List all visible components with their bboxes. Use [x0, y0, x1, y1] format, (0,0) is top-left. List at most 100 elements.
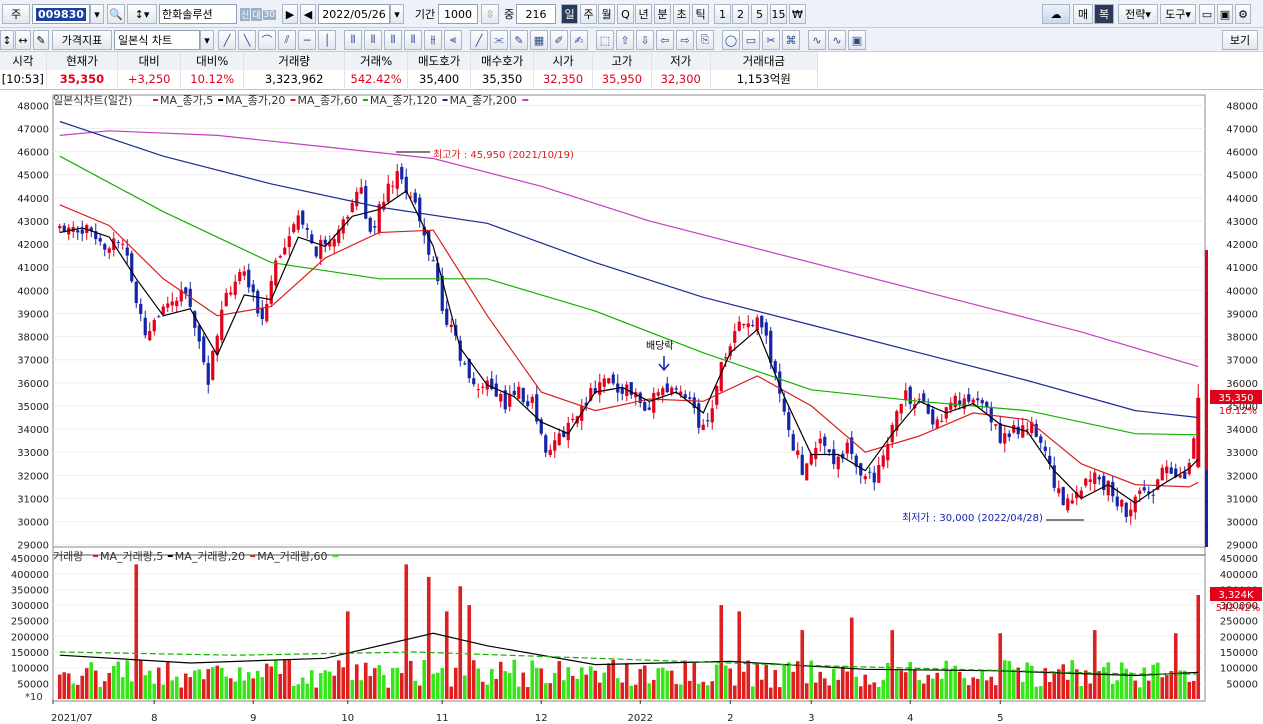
volume-bar — [1133, 680, 1138, 699]
period-tab-4[interactable]: 년 — [635, 4, 652, 24]
folder-icon[interactable]: ▭ — [1199, 4, 1215, 24]
period-field[interactable]: 1000 — [438, 4, 478, 24]
updown-icon[interactable]: ↕ — [0, 30, 14, 50]
gann-icon[interactable]: ⫴ — [404, 30, 422, 50]
period-tab-2[interactable]: 월 — [598, 4, 615, 24]
play-icon[interactable]: ▶ — [282, 4, 298, 24]
candle-body — [935, 419, 939, 429]
select-icon[interactable]: ⬚ — [596, 30, 614, 50]
grid-icon[interactable]: ▦ — [530, 30, 548, 50]
price-tick-left: 46000 — [17, 148, 49, 159]
stock-code-value: 009830 — [36, 7, 86, 21]
period-tab-12[interactable]: ₩ — [789, 4, 806, 24]
price-tick-left: 41000 — [17, 263, 49, 274]
chart-type-chevron-icon[interactable]: ▾ — [200, 30, 214, 50]
cycle-icon[interactable]: ⫘ — [490, 30, 508, 50]
ellipse-icon[interactable]: ◯ — [722, 30, 740, 50]
line-icon[interactable]: ╱ — [470, 30, 488, 50]
sort-icon[interactable]: ↕▾ — [127, 4, 157, 24]
period-tab-1[interactable]: 주 — [580, 4, 597, 24]
magnet-icon[interactable]: ⌘ — [782, 30, 800, 50]
zoom-icon[interactable]: ⇳ — [481, 4, 499, 24]
volume-bar — [1056, 669, 1061, 699]
vline-icon[interactable]: │ — [318, 30, 336, 50]
right-arrow-icon[interactable]: ⇨ — [676, 30, 694, 50]
ray-icon[interactable]: ╲ — [238, 30, 256, 50]
wave2-icon[interactable]: ∿ — [828, 30, 846, 50]
volume-bar — [269, 666, 274, 699]
stock-chart[interactable]: 29000 2900030000 3000031000 3100032000 32000… — [0, 90, 1263, 724]
period-tab-0[interactable]: 일 — [561, 4, 578, 24]
fan-icon[interactable]: ⫽ — [278, 30, 296, 50]
tools-button[interactable]: 도구 ▾ — [1160, 4, 1196, 24]
volume-bar — [665, 670, 670, 699]
strategy-button[interactable]: 전략 ▾ — [1118, 4, 1158, 24]
calendar-chevron-icon[interactable]: ▾ — [390, 4, 404, 24]
zoom-field[interactable]: 216 — [516, 4, 556, 24]
quote-header-time: 시각 — [0, 52, 47, 70]
pitchfork-icon[interactable]: ⫷ — [444, 30, 462, 50]
period-tab-6[interactable]: 초 — [673, 4, 690, 24]
volume-bar — [543, 683, 548, 699]
down-arrow-icon[interactable]: ⇩ — [636, 30, 654, 50]
price-tick-left: 33000 — [17, 448, 49, 459]
screenshot-icon[interactable]: ▣ — [848, 30, 866, 50]
save-icon[interactable]: ▣ — [1217, 4, 1233, 24]
volume-bar — [705, 685, 710, 699]
search-icon[interactable]: 🔍 — [107, 4, 125, 24]
hline-icon[interactable]: ─ — [298, 30, 316, 50]
period-tab-3[interactable]: Q — [617, 4, 634, 24]
fibo-icon[interactable]: ⦀ — [384, 30, 402, 50]
market-type-button[interactable]: 주 — [2, 4, 30, 24]
period-tab-5[interactable]: 분 — [654, 4, 671, 24]
trendline-icon[interactable]: ╱ — [218, 30, 236, 50]
candle-body — [107, 248, 111, 253]
quote-current: 35,350 — [46, 70, 119, 88]
date-field[interactable]: 2022/05/26 — [318, 4, 390, 24]
pencil-icon[interactable]: ✎ — [510, 30, 528, 50]
buy-sell-button[interactable]: 매 — [1073, 4, 1093, 24]
chart-type-select[interactable]: 일본식 차트 — [114, 30, 200, 50]
volume-bar — [359, 680, 364, 699]
channel-icon[interactable]: ⦀ — [344, 30, 362, 50]
left-arrow-icon[interactable]: ⇦ — [656, 30, 674, 50]
price-legend-item: MA_종가,60 — [298, 94, 358, 107]
arc-icon[interactable]: ⌒ — [258, 30, 276, 50]
period-tab-9[interactable]: 2 — [732, 4, 749, 24]
settings-icon[interactable]: ⚙ — [1235, 4, 1251, 24]
volume-bar — [1052, 673, 1057, 699]
multi-button[interactable]: 복 — [1094, 4, 1114, 24]
speedline-icon[interactable]: ⫵ — [424, 30, 442, 50]
candle-body — [724, 357, 728, 359]
period-tab-10[interactable]: 5 — [751, 4, 768, 24]
candle-body — [323, 239, 327, 245]
up-arrow-icon[interactable]: ⇧ — [616, 30, 634, 50]
candle-body — [58, 225, 62, 229]
copy-icon[interactable]: ⎘ — [696, 30, 714, 50]
chevron-down-icon[interactable]: ▾ — [90, 4, 104, 24]
text-icon[interactable]: ✍ — [570, 30, 588, 50]
candle-body — [301, 210, 305, 225]
price-legend-item: MA_종가,5 — [160, 94, 213, 107]
candle-body — [233, 281, 237, 296]
volume-bar — [453, 667, 458, 699]
cloud-icon[interactable]: ☁ — [1042, 4, 1070, 24]
leftright-icon[interactable]: ↔ — [15, 30, 31, 50]
period-tab-11[interactable]: 15 — [770, 4, 787, 24]
stock-name-field[interactable]: 한화솔루션 — [159, 4, 237, 24]
period-tab-7[interactable]: 틱 — [692, 4, 709, 24]
quote-amount: 1,153억원 — [710, 70, 819, 88]
retracement-icon[interactable]: ⦀ — [364, 30, 382, 50]
eraser-icon[interactable]: ✐ — [550, 30, 568, 50]
back-icon[interactable]: ◀ — [300, 4, 316, 24]
candle-body — [782, 398, 786, 412]
wave-icon[interactable]: ∿ — [808, 30, 826, 50]
edit-icon[interactable]: ✎ — [33, 30, 49, 50]
rectangle-icon[interactable]: ▭ — [742, 30, 760, 50]
period-tab-8[interactable]: 1 — [714, 4, 731, 24]
volume-bar — [467, 605, 472, 699]
stock-code-field[interactable]: 009830 — [32, 4, 90, 24]
view-button[interactable]: 보기 — [1222, 30, 1258, 50]
delete-icon[interactable]: ✂ — [762, 30, 780, 50]
price-indicator-button[interactable]: 가격지표 — [52, 30, 112, 50]
